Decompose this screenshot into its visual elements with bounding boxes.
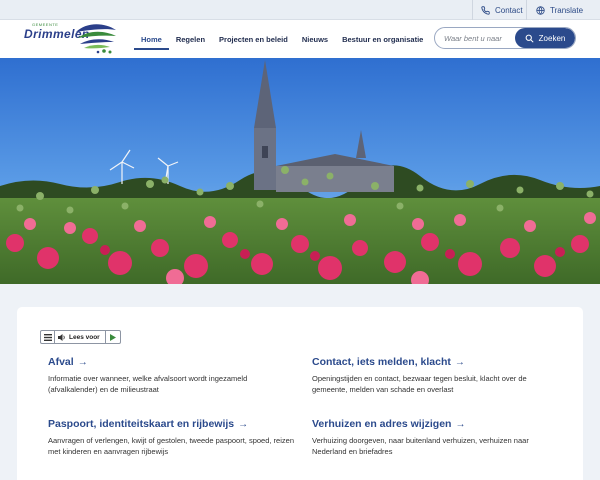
nav-item-bestuur-en-organisatie[interactable]: Bestuur en organisatie [335, 20, 430, 58]
topic-title: Verhuizen en adres wijzigen [312, 418, 452, 430]
arrow-right-icon: → [238, 418, 249, 430]
readspeaker-toolbar: Lees voor [40, 330, 121, 344]
topic-title: Paspoort, identiteitskaart en rijbewijs [48, 418, 235, 430]
site-header: GEMEENTE Drimmelen Home Regelen Projecte… [0, 20, 600, 58]
search-button-label: Zoeken [538, 33, 566, 43]
topic-link-paspoort[interactable]: Paspoort, identiteitskaart en rijbewijs … [48, 418, 298, 430]
topic-block-verhuizen: Verhuizen en adres wijzigen → Verhuizing… [312, 418, 562, 457]
topic-link-afval[interactable]: Afval → [48, 356, 298, 368]
contact-link[interactable]: Contact [472, 0, 526, 20]
topic-description: Openingstijden en contact, bezwaar tegen… [312, 374, 527, 394]
topic-description: Informatie over wanneer, welke afvalsoor… [48, 374, 248, 394]
arrow-right-icon: → [454, 356, 465, 368]
hero-image [0, 58, 600, 284]
readspeaker-label: Lees voor [69, 333, 100, 341]
topic-block-contact: Contact, iets melden, klacht → Openingst… [312, 356, 562, 395]
nav-item-projecten-en-beleid[interactable]: Projecten en beleid [212, 20, 295, 58]
search-icon [525, 34, 534, 42]
arrow-right-icon: → [455, 418, 466, 430]
arrow-right-icon: → [77, 356, 88, 368]
topic-block-paspoort: Paspoort, identiteitskaart en rijbewijs … [48, 418, 298, 457]
topic-link-verhuizen[interactable]: Verhuizen en adres wijzigen → [312, 418, 562, 430]
translate-label: Translate [550, 5, 584, 15]
search-input[interactable] [435, 28, 517, 48]
nav-item-regelen[interactable]: Regelen [169, 20, 212, 58]
phone-icon [481, 5, 490, 15]
topic-title: Afval [48, 356, 74, 368]
topic-description: Verhuizing doorgeven, naar buitenland ve… [312, 436, 529, 456]
play-icon [109, 333, 116, 341]
nav-item-nieuws[interactable]: Nieuws [295, 20, 335, 58]
utility-bar: Contact Translate [0, 0, 600, 20]
globe-icon [536, 5, 545, 15]
topic-block-afval: Afval → Informatie over wanneer, welke a… [48, 356, 298, 395]
main-nav: Home Regelen Projecten en beleid Nieuws … [134, 20, 430, 58]
site-logo[interactable]: GEMEENTE Drimmelen [22, 22, 118, 56]
search-form: Zoeken [434, 27, 576, 49]
readspeaker-listen-button[interactable]: Lees voor [55, 331, 106, 343]
contact-label: Contact [495, 5, 523, 15]
search-button[interactable]: Zoeken [515, 28, 575, 48]
logo-emblem [76, 24, 116, 54]
readspeaker-play-button[interactable] [106, 331, 120, 343]
content-card: Lees voor Afval → Informatie over wannee… [17, 307, 583, 480]
translate-link[interactable]: Translate [526, 0, 600, 20]
menu-icon [43, 333, 52, 341]
topic-link-contact[interactable]: Contact, iets melden, klacht → [312, 356, 562, 368]
speaker-icon [58, 333, 65, 341]
nav-item-home[interactable]: Home [134, 20, 169, 58]
readspeaker-menu-button[interactable] [41, 331, 55, 343]
topic-title: Contact, iets melden, klacht [312, 356, 451, 368]
topic-description: Aanvragen of verlengen, kwijt of gestole… [48, 436, 294, 456]
